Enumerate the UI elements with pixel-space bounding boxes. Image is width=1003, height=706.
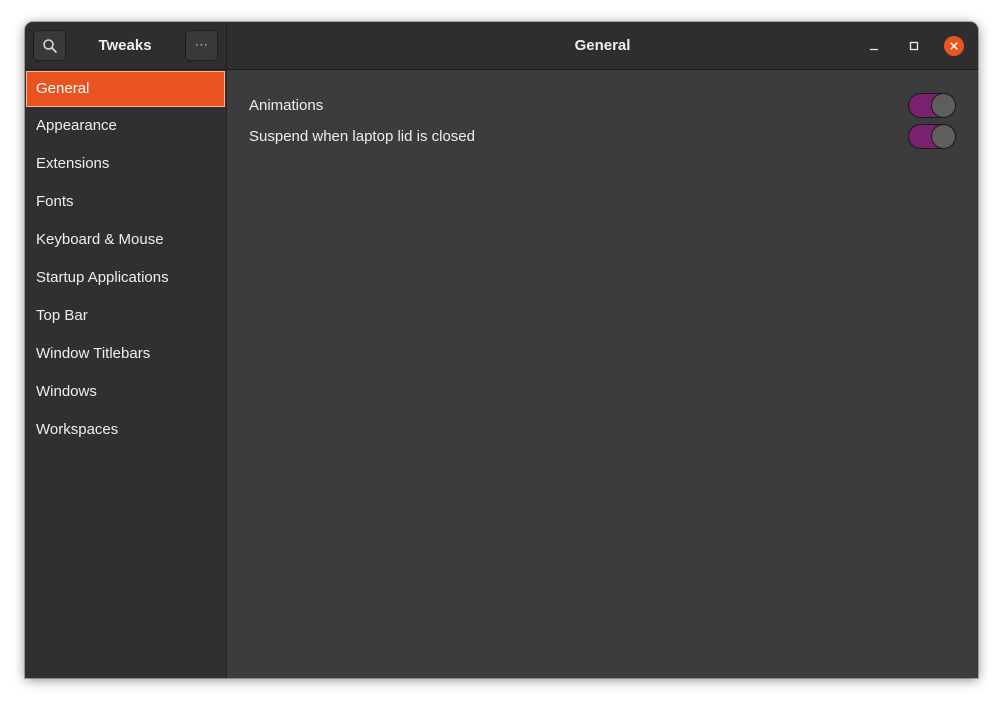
minimize-button[interactable]: [864, 36, 884, 56]
minimize-icon: [870, 48, 878, 51]
menu-button[interactable]: ···: [185, 30, 218, 61]
maximize-button[interactable]: [904, 36, 924, 56]
settings-content: Animations Suspend when laptop lid is cl…: [227, 70, 978, 678]
setting-row-animations: Animations: [249, 90, 956, 121]
sidebar-item-startup-applications[interactable]: Startup Applications: [25, 259, 226, 297]
sidebar: General Appearance Extensions Fonts Keyb…: [25, 70, 227, 678]
sidebar-item-top-bar[interactable]: Top Bar: [25, 297, 226, 335]
sidebar-item-windows[interactable]: Windows: [25, 373, 226, 411]
app-title: Tweaks: [98, 37, 152, 54]
suspend-lid-label: Suspend when laptop lid is closed: [249, 128, 475, 145]
sidebar-list: General Appearance Extensions Fonts Keyb…: [25, 71, 226, 449]
maximize-icon: [909, 41, 919, 51]
setting-row-suspend-lid: Suspend when laptop lid is closed: [249, 121, 956, 152]
search-button[interactable]: [33, 30, 66, 61]
animations-switch[interactable]: [908, 93, 956, 118]
sidebar-item-window-titlebars[interactable]: Window Titlebars: [25, 335, 226, 373]
suspend-lid-switch[interactable]: [908, 124, 956, 149]
animations-label: Animations: [249, 97, 324, 114]
switch-knob: [931, 124, 956, 149]
sidebar-item-keyboard-mouse[interactable]: Keyboard & Mouse: [25, 221, 226, 259]
sidebar-item-extensions[interactable]: Extensions: [25, 145, 226, 183]
sidebar-item-workspaces[interactable]: Workspaces: [25, 411, 226, 449]
sidebar-item-appearance[interactable]: Appearance: [25, 107, 226, 145]
tweaks-window: Tweaks ··· General General Appearance Ex…: [25, 22, 978, 678]
more-horizontal-icon: ···: [194, 36, 209, 51]
close-icon: [950, 42, 958, 50]
switch-knob: [931, 93, 956, 118]
search-icon: [42, 38, 57, 53]
close-button[interactable]: [944, 36, 964, 56]
main-headerbar: General: [227, 22, 978, 70]
sidebar-item-general[interactable]: General: [26, 71, 225, 107]
sidebar-headerbar: Tweaks ···: [25, 22, 227, 70]
sidebar-item-fonts[interactable]: Fonts: [25, 183, 226, 221]
